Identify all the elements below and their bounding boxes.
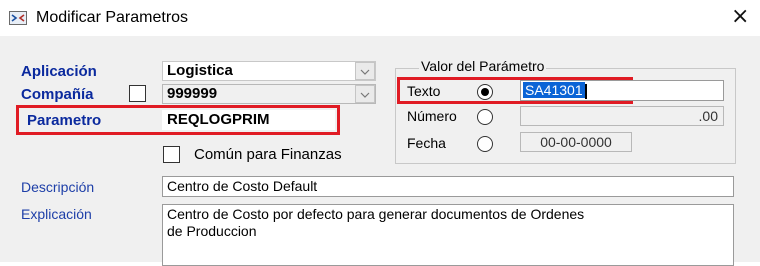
parametro-field[interactable]: REQLOGPRIM bbox=[162, 110, 335, 130]
chevron-down-icon[interactable] bbox=[355, 85, 375, 103]
texto-value: SA41301 bbox=[523, 82, 585, 98]
window-app-icon bbox=[9, 11, 27, 25]
compania-select[interactable]: 999999 bbox=[162, 84, 376, 104]
texto-field[interactable]: SA41301 bbox=[520, 80, 724, 101]
valor-parametro-title: Valor del Parámetro bbox=[419, 58, 547, 74]
aplicacion-select[interactable]: Logistica bbox=[162, 61, 376, 81]
form-body: Aplicación Logistica Compañía 999999 Par… bbox=[0, 36, 760, 266]
compania-label: Compañía bbox=[21, 86, 94, 103]
compania-checkbox[interactable] bbox=[129, 85, 146, 102]
aplicacion-label: Aplicación bbox=[21, 63, 97, 80]
explicacion-line-1: Centro de Costo por defecto para generar… bbox=[167, 206, 585, 222]
descripcion-field[interactable]: Centro de Costo Default bbox=[162, 176, 734, 197]
comun-finanzas-label: Común para Finanzas bbox=[194, 146, 342, 163]
texto-radio[interactable] bbox=[477, 84, 493, 100]
title-bar: Modificar Parametros × bbox=[0, 0, 760, 36]
explicacion-label: Explicación bbox=[21, 206, 92, 222]
close-icon[interactable]: × bbox=[731, 5, 749, 29]
numero-label: Número bbox=[407, 108, 457, 124]
descripcion-label: Descripción bbox=[21, 179, 95, 195]
chevron-down-icon[interactable] bbox=[355, 62, 375, 80]
explicacion-textarea[interactable]: Centro de Costo por defecto para generar… bbox=[162, 204, 734, 266]
comun-finanzas-checkbox[interactable] bbox=[163, 146, 180, 163]
window-title: Modificar Parametros bbox=[36, 9, 189, 26]
fecha-radio[interactable] bbox=[477, 136, 493, 152]
numero-field[interactable]: .00 bbox=[520, 106, 724, 126]
radio-dot bbox=[481, 88, 489, 96]
fecha-label: Fecha bbox=[407, 135, 446, 151]
fecha-field[interactable]: 00-00-0000 bbox=[520, 132, 632, 152]
texto-label: Texto bbox=[407, 83, 441, 99]
explicacion-line-2: de Produccion bbox=[167, 223, 257, 239]
parametro-label: Parametro bbox=[27, 112, 102, 129]
numero-radio[interactable] bbox=[477, 109, 493, 125]
text-cursor bbox=[584, 83, 587, 99]
